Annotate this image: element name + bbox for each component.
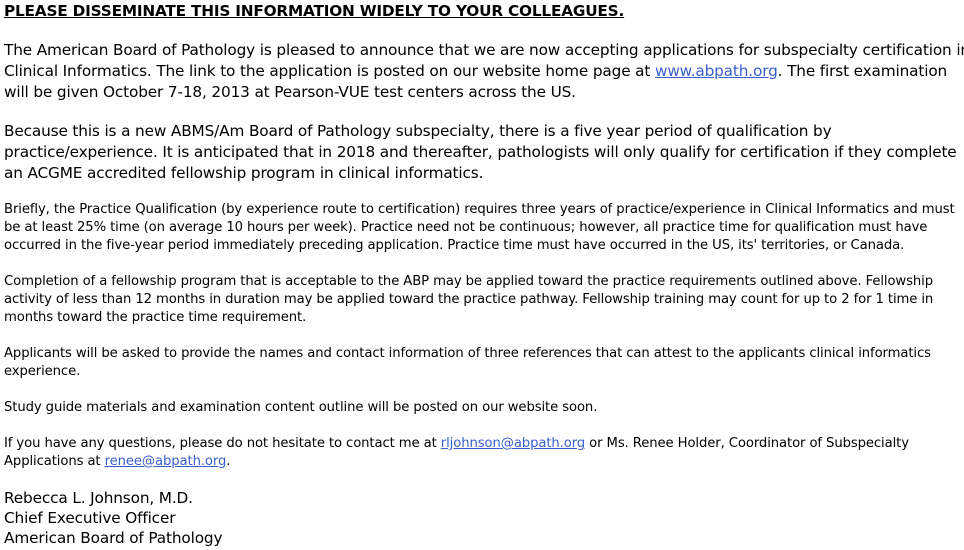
rljohnson-email-link[interactable]: rljohnson@abpath.org [441, 436, 585, 451]
study-guide-line: Study guide materials and examination co… [4, 400, 598, 415]
announcement-heading: PLEASE DISSEMINATE THIS INFORMATION WIDE… [4, 2, 625, 20]
intro-line-2-text: Clinical Informatics. The link to the ap… [4, 62, 655, 80]
practice-line-1: Briefly, the Practice Qualification (by … [4, 202, 955, 217]
fellowship-line-1: Completion of a fellowship program that … [4, 274, 933, 289]
contact-line-1: If you have any questions, please do not… [4, 436, 909, 451]
announcement-document: PLEASE DISSEMINATE THIS INFORMATION WIDE… [0, 0, 964, 550]
contact-line-2-text: Applications at [4, 454, 105, 469]
qualification-line-1: Because this is a new ABMS/Am Board of P… [4, 122, 832, 140]
renee-email-link[interactable]: renee@abpath.org [105, 454, 227, 469]
abpath-website-link[interactable]: www.abpath.org [655, 62, 778, 80]
qualification-line-3: an ACGME accredited fellowship program i… [4, 164, 484, 182]
contact-line-2: Applications at renee@abpath.org. [4, 454, 230, 469]
intro-line-1: The American Board of Pathology is pleas… [4, 41, 964, 59]
practice-line-2: be at least 25% time (on average 10 hour… [4, 220, 928, 235]
intro-line-3: will be given October 7-18, 2013 at Pear… [4, 83, 576, 101]
practice-line-3: occurred in the five-year period immedia… [4, 238, 905, 253]
signature-title: Chief Executive Officer [4, 509, 176, 527]
qualification-line-2: practice/experience. It is anticipated t… [4, 143, 957, 161]
intro-line-2: Clinical Informatics. The link to the ap… [4, 62, 947, 80]
references-line-1: Applicants will be asked to provide the … [4, 346, 931, 361]
signature-org: American Board of Pathology [4, 529, 223, 547]
signature-name: Rebecca L. Johnson, M.D. [4, 489, 193, 507]
contact-line-2-tail: . [226, 454, 231, 469]
fellowship-line-3: months toward the practice time requirem… [4, 310, 307, 325]
references-line-2: experience. [4, 364, 81, 379]
contact-line-1-tail: or Ms. Renee Holder, Coordinator of Subs… [585, 436, 909, 451]
contact-line-1-text: If you have any questions, please do not… [4, 436, 441, 451]
intro-line-2-tail: . The first examination [777, 62, 948, 80]
fellowship-line-2: activity of less than 12 months in durat… [4, 292, 934, 307]
